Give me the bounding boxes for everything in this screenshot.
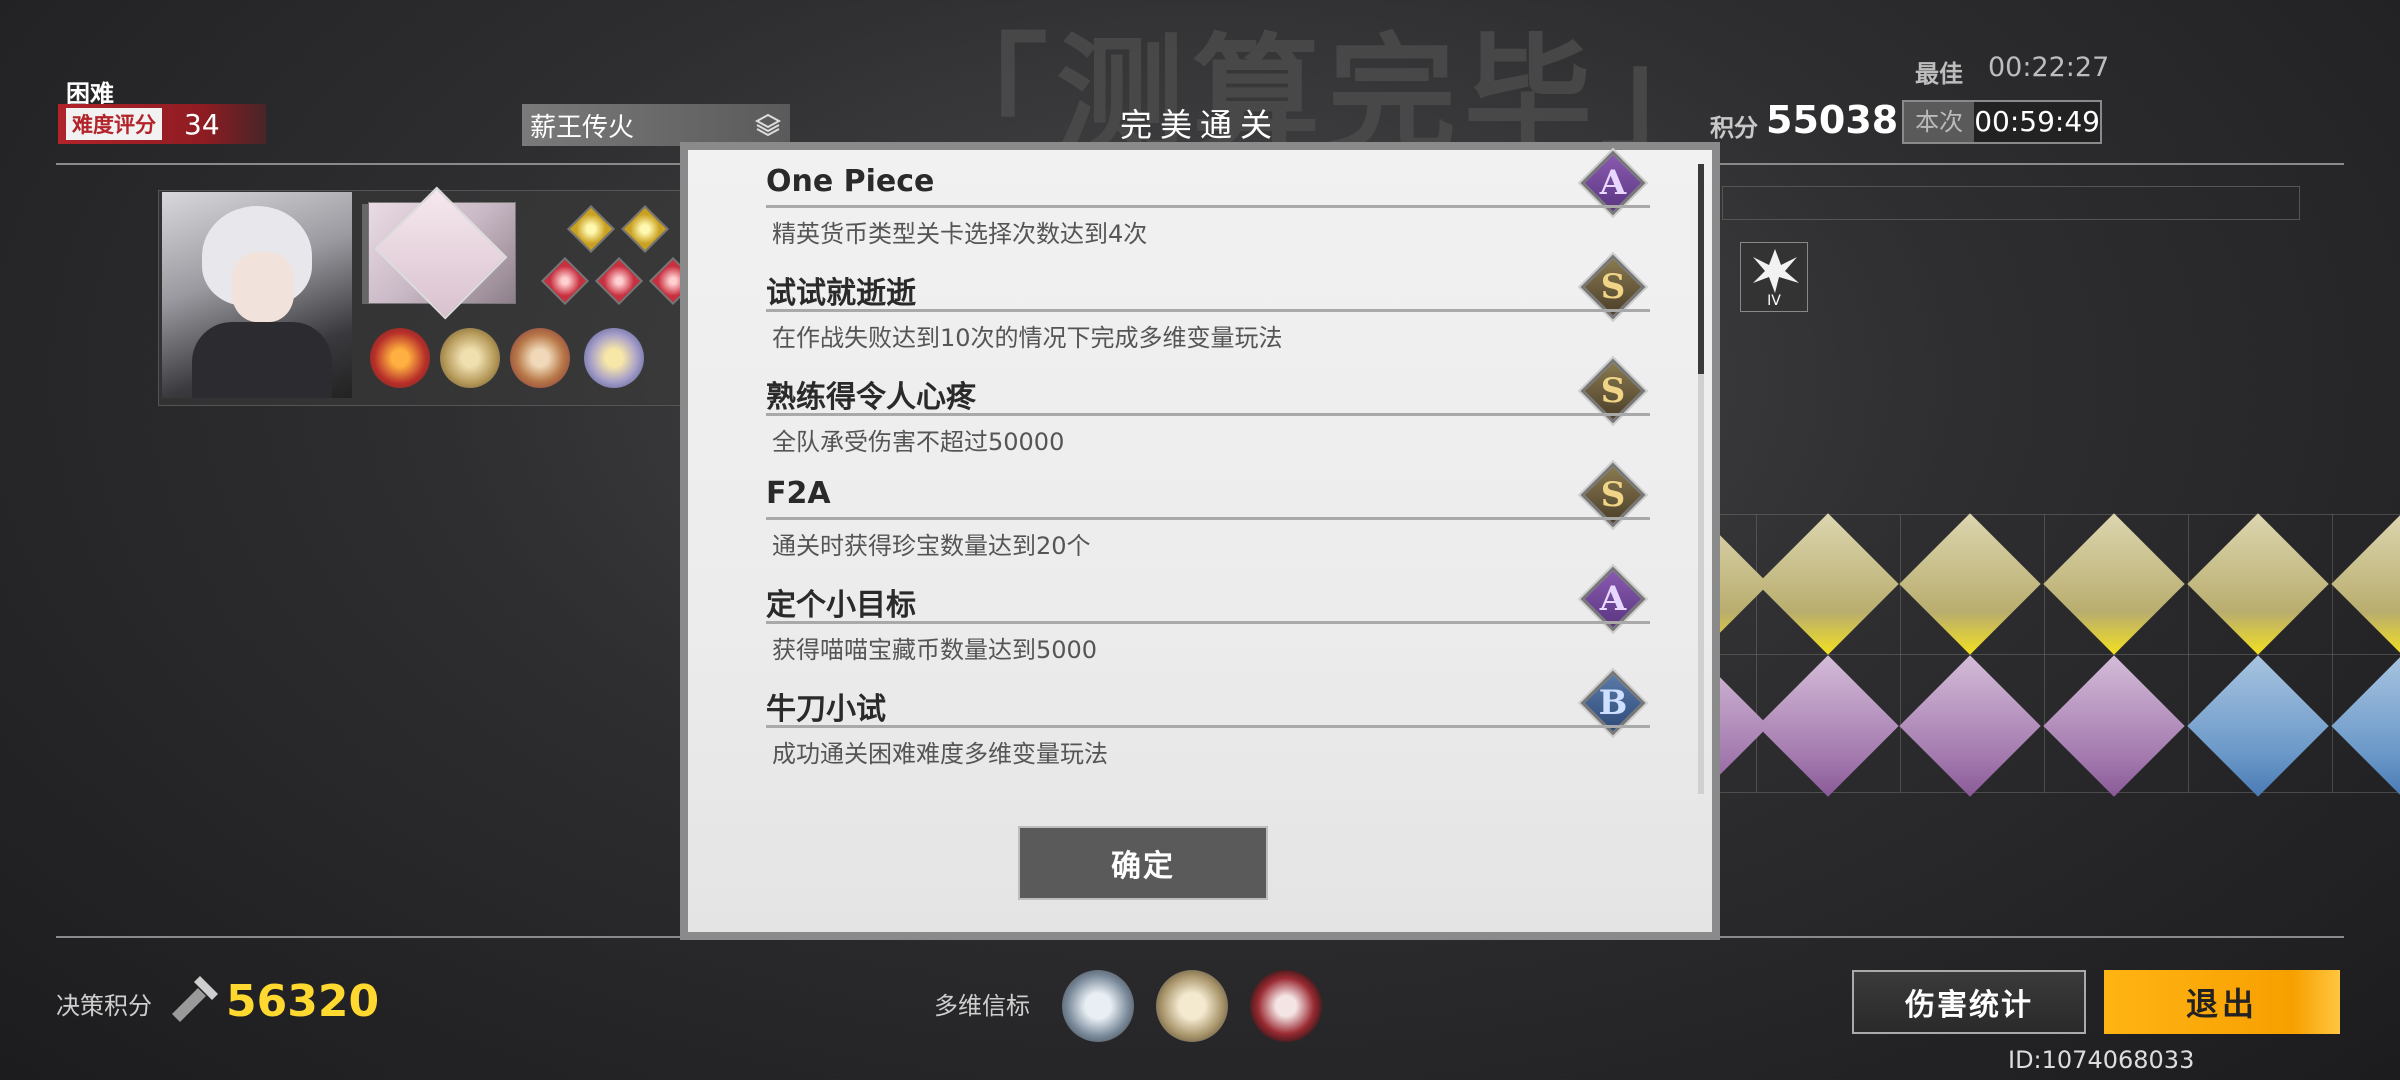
grade-letter: S [1600, 371, 1626, 411]
achievement-title: 牛刀小试 [766, 692, 886, 727]
rank-card[interactable]: IV [1740, 242, 1808, 312]
grade-letter: S [1600, 475, 1626, 515]
current-time-box: 本次 00:59:49 [1902, 100, 2102, 144]
spoon-relic-icon[interactable] [2043, 655, 2185, 797]
grid-line [1756, 514, 1757, 792]
achievement-title: F2A [766, 476, 831, 511]
achievement-desc: 通关时获得珍宝数量达到20个 [772, 532, 1091, 560]
achievement-underline [766, 413, 1650, 416]
layers-icon [754, 113, 782, 137]
grid-line [2044, 514, 2045, 792]
secondary-avatar[interactable] [368, 186, 516, 320]
emblem-signal-icon[interactable] [1250, 970, 1322, 1042]
grid-line [1714, 654, 2400, 655]
feather-relic-icon[interactable] [1757, 513, 1899, 655]
grid-line [2332, 514, 2333, 792]
grid-line [2188, 514, 2189, 792]
difficulty-score-label: 难度评分 [66, 108, 162, 140]
rank-mark: IV [1767, 293, 1781, 309]
scrollbar-thumb[interactable] [1698, 164, 1704, 374]
achievement-desc: 成功通关困难难度多维变量玩法 [772, 740, 1108, 768]
achievement-title: 定个小目标 [766, 588, 916, 623]
current-time-label: 本次 [1904, 102, 1975, 142]
grade-letter: B [1598, 683, 1628, 723]
sword-medal-icon[interactable] [440, 328, 500, 388]
stage-name-bar[interactable]: 薪王传火 [522, 104, 790, 146]
achievement-modal: One Piece A 精英货币类型关卡选择次数达到4次 试试就逝逝 S 在作战… [680, 142, 1720, 940]
jester-box-relic-icon[interactable] [1899, 655, 2041, 797]
blade-relic-icon[interactable] [2331, 655, 2400, 797]
best-time-label: 最佳 [1915, 60, 1963, 88]
hammer-icon [172, 976, 218, 1022]
achievement-desc: 在作战失败达到10次的情况下完成多维变量玩法 [772, 324, 1283, 352]
current-time-value: 00:59:49 [1974, 102, 2100, 142]
grid-line [1714, 792, 2400, 793]
damage-stats-button[interactable]: 伤害统计 [1852, 970, 2086, 1034]
grade-letter: A [1599, 579, 1627, 619]
achievement-underline [766, 205, 1650, 208]
dice-relic-icon[interactable] [2187, 513, 2329, 655]
signal-label: 多维信标 [934, 992, 1030, 1020]
achievement-desc: 全队承受伤害不超过50000 [772, 428, 1065, 456]
wolf-signal-icon[interactable] [1062, 970, 1134, 1042]
best-time-value: 00:22:27 [1988, 52, 2110, 83]
achievement-underline [766, 725, 1650, 728]
achievement-desc: 精英货币类型关卡选择次数达到4次 [772, 220, 1148, 248]
achievement-title: 试试就逝逝 [766, 276, 916, 311]
right-info-bar [1722, 186, 2300, 220]
crown-medal-icon[interactable] [584, 328, 644, 388]
achievement-title: 熟练得令人心疼 [766, 380, 976, 415]
lion-medal-icon[interactable] [370, 328, 430, 388]
scales-signal-icon[interactable] [1156, 970, 1228, 1042]
difficulty-score-box: 难度评分 34 [58, 104, 266, 144]
achievement-desc: 获得喵喵宝藏币数量达到5000 [772, 636, 1098, 664]
grade-letter: A [1599, 163, 1627, 203]
score-value: 550381 [1766, 98, 1925, 142]
stage-name-text: 薪王传火 [530, 112, 635, 143]
decision-score-value: 56320 [226, 976, 380, 1027]
character-portrait[interactable] [162, 192, 352, 398]
ornate-medal-icon[interactable] [510, 328, 570, 388]
confirm-button[interactable]: 确定 [1018, 826, 1268, 900]
achievement-list: One Piece A 精英货币类型关卡选择次数达到4次 试试就逝逝 S 在作战… [688, 150, 1712, 932]
achievement-title: One Piece [766, 164, 935, 199]
compass-relic-icon[interactable] [2187, 655, 2329, 797]
difficulty-score-value: 34 [184, 107, 220, 141]
spark-icon [1753, 249, 1799, 293]
decision-score-label: 决策积分 [56, 992, 152, 1020]
score-label: 积分 [1710, 114, 1758, 142]
achievement-underline [766, 309, 1650, 312]
potion-relic-icon[interactable] [2331, 513, 2400, 655]
grid-line [1714, 514, 2400, 515]
user-id: ID:1074068033 [2008, 1046, 2195, 1074]
exit-button[interactable]: 退出 [2104, 970, 2340, 1034]
knife-relic-icon[interactable] [1899, 513, 2041, 655]
grade-letter: S [1600, 267, 1626, 307]
result-subtitle: 完美通关 [1119, 106, 1280, 144]
achievement-underline [766, 621, 1650, 624]
magnet-relic-icon[interactable] [2043, 513, 2185, 655]
grid-line [1900, 514, 1901, 792]
helmet-relic-icon[interactable] [1757, 655, 1899, 797]
achievement-underline [766, 517, 1650, 520]
